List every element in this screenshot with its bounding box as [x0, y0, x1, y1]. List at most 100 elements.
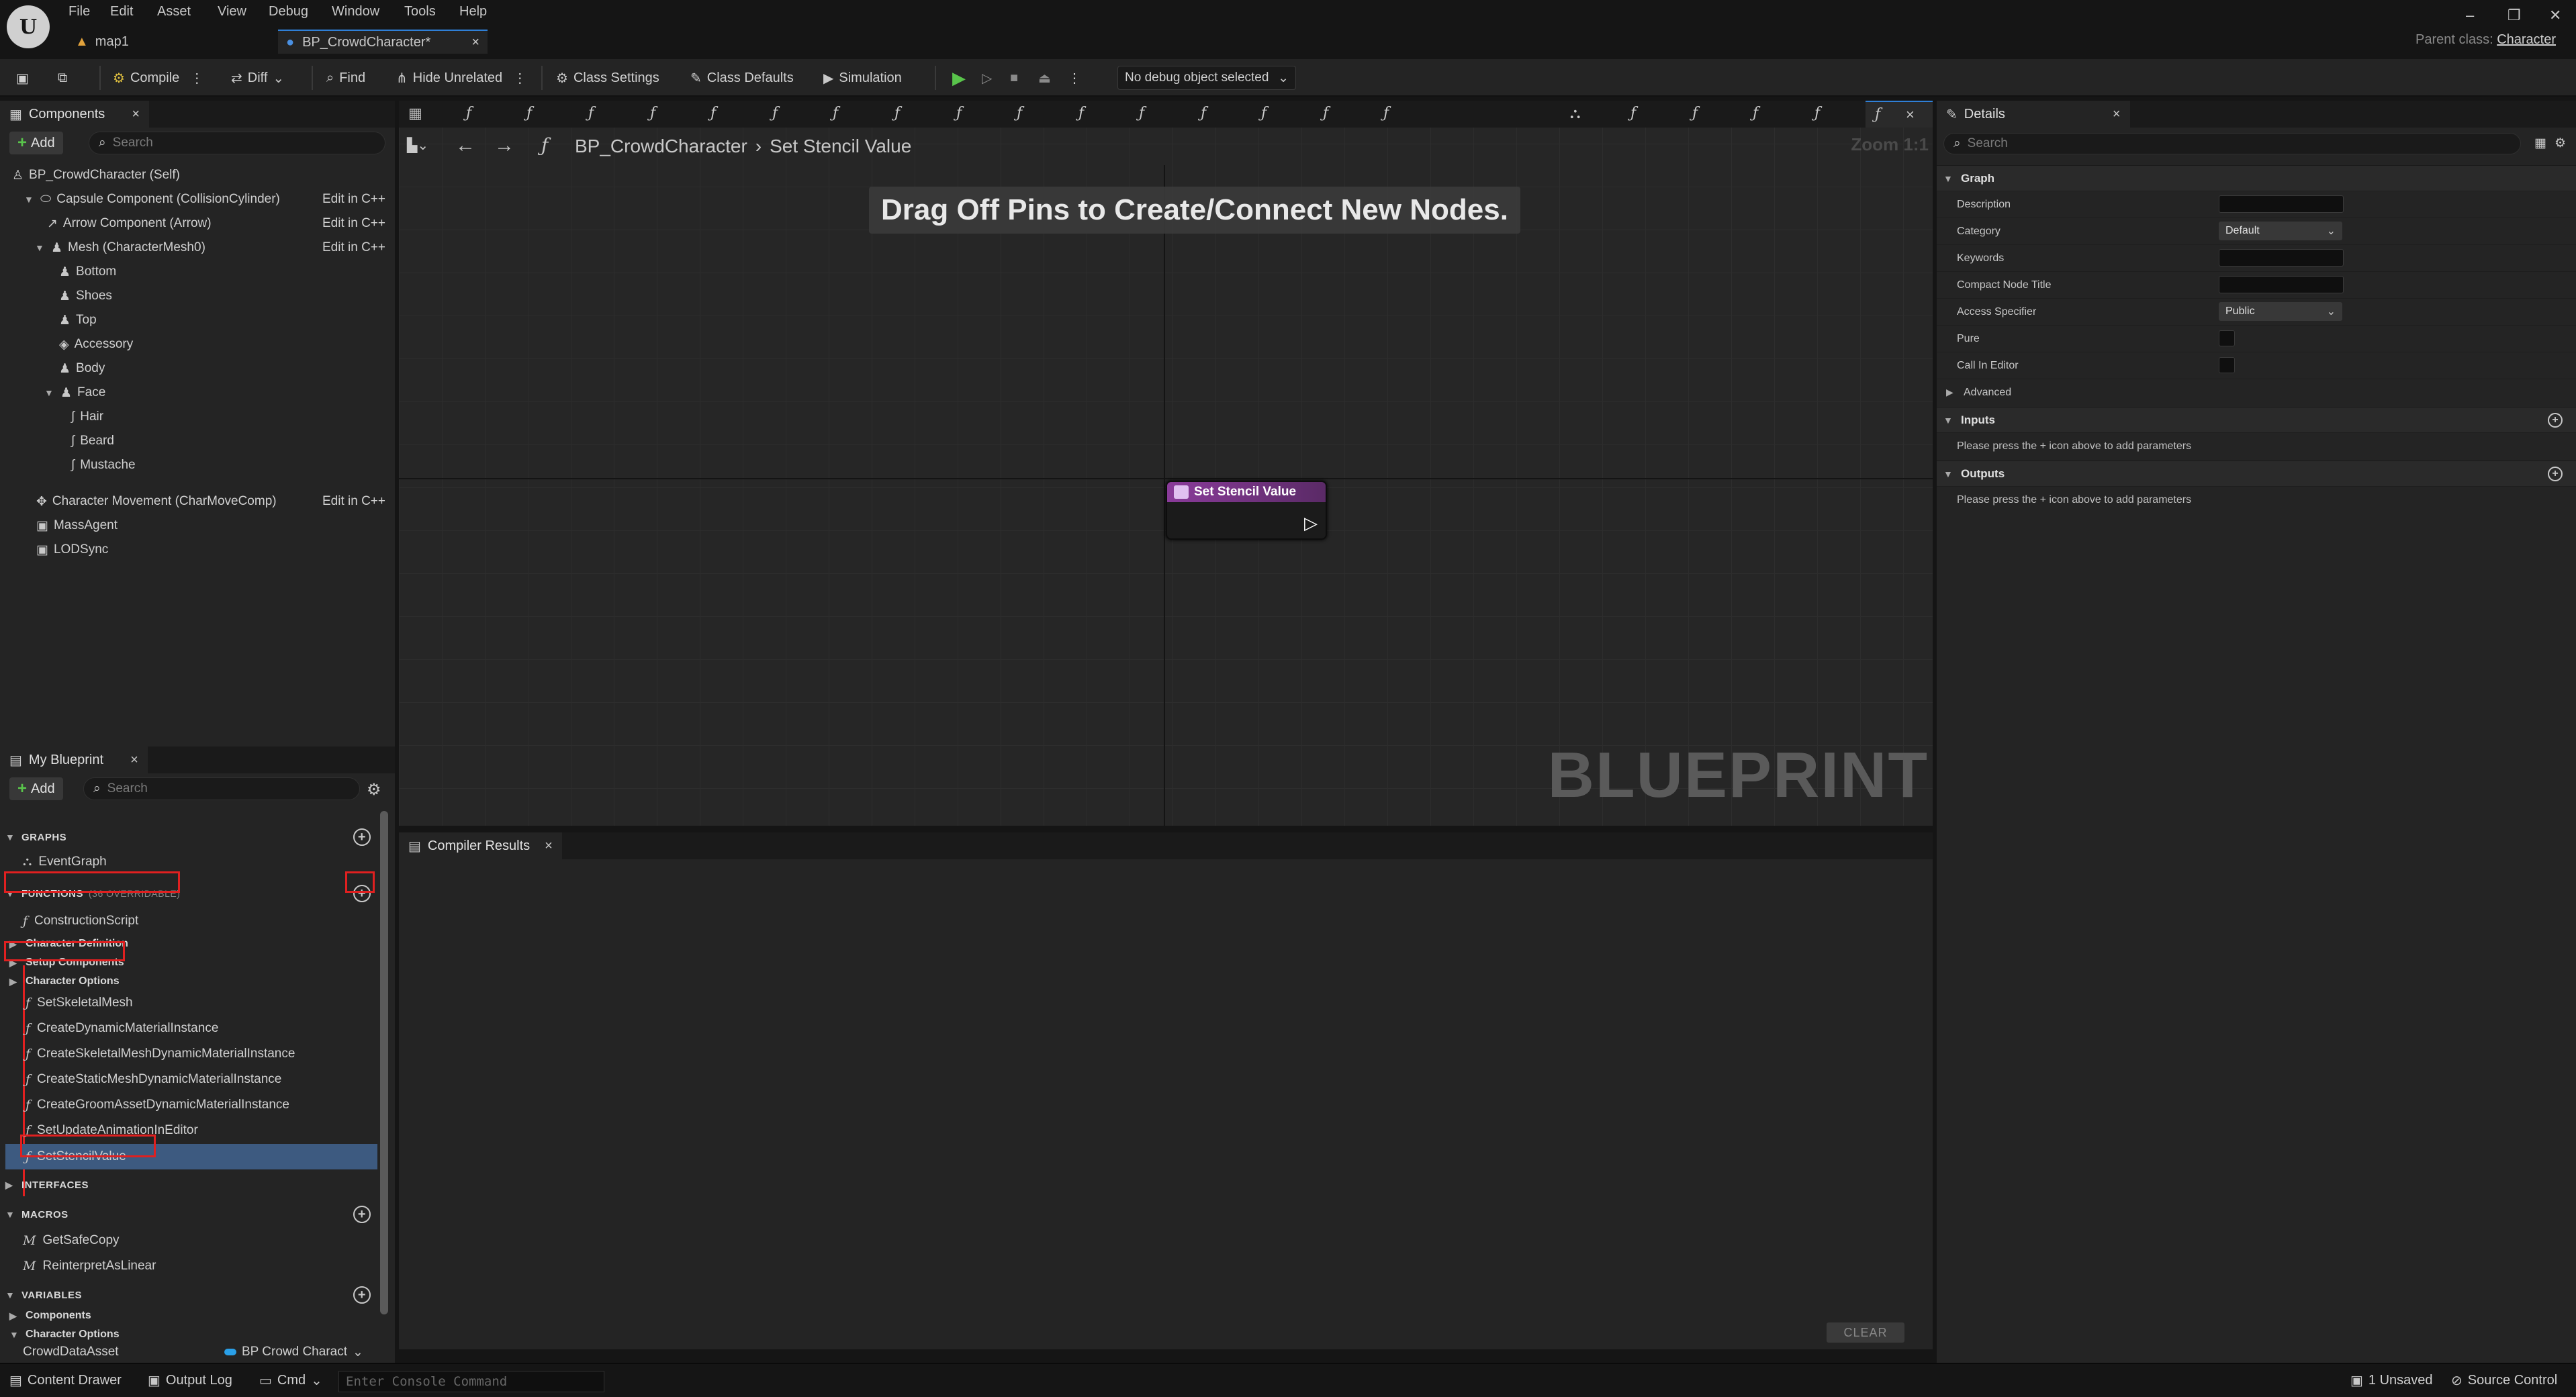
class-defaults-button[interactable]: ✎ Class Defaults: [690, 67, 794, 89]
section-graphs[interactable]: ▼ GRAPHS +: [5, 824, 377, 850]
category-character-options[interactable]: ▶ Character Options: [9, 972, 120, 991]
my-blueprint-tab[interactable]: ▤ My Blueprint ×: [0, 746, 148, 773]
function-entry-node[interactable]: Set Stencil Value ▷: [1166, 481, 1327, 540]
add-macro-icon[interactable]: +: [353, 1206, 371, 1223]
function-tab-icon[interactable]: ƒ: [833, 105, 838, 122]
parent-class-link[interactable]: Character: [2497, 32, 2556, 47]
expand-arrow-icon[interactable]: ▼: [24, 194, 35, 205]
bookmark-icon[interactable]: ▙⌄: [407, 137, 428, 154]
menu-edit[interactable]: Edit: [110, 4, 133, 19]
menu-file[interactable]: File: [68, 4, 90, 19]
function-item[interactable]: ƒ CreateDynamicMaterialInstance: [26, 1016, 218, 1041]
tree-item-arrow[interactable]: ↗ Arrow Component (Arrow) Edit in C++: [47, 212, 387, 235]
section-interfaces[interactable]: ▶ INTERFACES: [5, 1172, 377, 1198]
function-tab-icon[interactable]: ƒ: [588, 105, 594, 122]
unreal-logo-icon[interactable]: U: [7, 5, 50, 48]
class-settings-button[interactable]: ⚙ Class Settings: [556, 67, 659, 89]
active-graph-tab[interactable]: ƒ ×: [1866, 101, 1933, 128]
function-tab-icon[interactable]: ƒ: [1323, 105, 1328, 122]
minimize-icon[interactable]: –: [2466, 7, 2474, 24]
function-item[interactable]: ƒ SetSkeletalMesh: [26, 991, 133, 1015]
function-tab-icon[interactable]: ƒ: [1630, 105, 1636, 122]
add-output-icon[interactable]: +: [2548, 466, 2563, 481]
details-search[interactable]: ⌕ Search: [1943, 133, 2521, 154]
window-close-icon[interactable]: ✕: [2549, 7, 2561, 24]
function-item[interactable]: ƒ CreateStaticMeshDynamicMaterialInstanc…: [26, 1067, 281, 1092]
macro-item[interactable]: M GetSafeCopy: [23, 1229, 120, 1253]
call-in-editor-checkbox[interactable]: [2219, 357, 2235, 373]
function-tab-icon[interactable]: ƒ: [1261, 105, 1267, 122]
function-tab-icon[interactable]: ƒ: [1814, 105, 1820, 122]
tab-bp-crowdcharacter[interactable]: ● BP_CrowdCharacter* ×: [278, 30, 488, 54]
clear-button[interactable]: CLEAR: [1827, 1322, 1904, 1343]
add-input-icon[interactable]: +: [2548, 412, 2563, 428]
tree-item-massagent[interactable]: ▣ MassAgent: [36, 514, 118, 537]
source-control-button[interactable]: ⊘ Source Control: [2451, 1372, 2557, 1389]
function-tab-icon[interactable]: ƒ: [526, 105, 532, 122]
function-construction-script[interactable]: ƒ ConstructionScript: [23, 909, 138, 933]
close-icon[interactable]: ×: [132, 107, 140, 122]
debug-object-select[interactable]: No debug object selected ⌄: [1117, 66, 1296, 90]
edit-in-cpp-link[interactable]: Edit in C++: [322, 494, 385, 509]
menu-debug[interactable]: Debug: [269, 4, 308, 19]
breadcrumb-root[interactable]: BP_CrowdCharacter: [575, 136, 747, 157]
close-icon[interactable]: ×: [1906, 106, 1915, 124]
tree-item-hair[interactable]: ∫ Hair: [71, 405, 103, 428]
expand-arrow-icon[interactable]: ▼: [35, 242, 46, 253]
tree-item-accessory[interactable]: ◈ Accessory: [59, 333, 133, 356]
macro-item[interactable]: M ReinterpretAsLinear: [23, 1254, 156, 1278]
function-tab-icon[interactable]: ƒ: [1017, 105, 1022, 122]
function-tab-icon[interactable]: ƒ: [1139, 105, 1144, 122]
pure-checkbox[interactable]: [2219, 330, 2235, 346]
variable-type[interactable]: BP Crowd Charact ⌄: [224, 1345, 363, 1360]
components-search[interactable]: ⌕ Search: [89, 132, 385, 154]
category-combo[interactable]: Default ⌄: [2219, 222, 2342, 240]
details-section-outputs[interactable]: ▼ Outputs +: [1937, 461, 2576, 486]
close-icon[interactable]: ×: [130, 753, 138, 768]
details-tab[interactable]: ✎ Details ×: [1937, 101, 2130, 128]
event-graph-tab-icon[interactable]: ⛬: [1570, 105, 1580, 122]
close-icon[interactable]: ×: [2113, 107, 2121, 122]
output-log-button[interactable]: ▣ Output Log: [148, 1372, 232, 1389]
tree-item-shoes[interactable]: ♟ Shoes: [59, 285, 112, 307]
function-item[interactable]: ƒ CreateSkeletalMeshDynamicMaterialInsta…: [26, 1042, 295, 1066]
graph-item-eventgraph[interactable]: ⛬ EventGraph: [23, 850, 107, 874]
play-icon[interactable]: ▶: [952, 67, 966, 89]
edit-in-cpp-link[interactable]: Edit in C++: [322, 240, 385, 255]
content-drawer-button[interactable]: ▤ Content Drawer: [9, 1372, 122, 1389]
menu-view[interactable]: View: [218, 4, 246, 19]
tree-item-mustache[interactable]: ∫ Mustache: [71, 454, 136, 477]
description-field[interactable]: [2219, 195, 2344, 213]
eject-icon[interactable]: ⏏: [1038, 67, 1051, 89]
keywords-field[interactable]: [2219, 249, 2344, 267]
function-tab-icon[interactable]: ƒ: [1692, 105, 1698, 122]
tree-item-face[interactable]: ▼ ♟ Face: [44, 381, 105, 404]
access-specifier-combo[interactable]: Public ⌄: [2219, 302, 2342, 321]
save-icon[interactable]: ▣: [16, 67, 29, 89]
tree-item-capsule[interactable]: ▼ ⬭ Capsule Component (CollisionCylinder…: [24, 188, 387, 211]
menu-window[interactable]: Window: [332, 4, 379, 19]
hide-unrelated-button[interactable]: ⋔ Hide Unrelated ⋮: [396, 67, 526, 89]
add-variable-icon[interactable]: +: [353, 1286, 371, 1304]
tree-item-bottom[interactable]: ♟ Bottom: [59, 260, 116, 283]
simulation-button[interactable]: ▶ Simulation: [823, 67, 902, 89]
close-icon[interactable]: ×: [471, 35, 479, 50]
menu-asset[interactable]: Asset: [157, 4, 191, 19]
grid-view-icon[interactable]: ▦: [2534, 136, 2546, 151]
details-section-graph[interactable]: ▼ Graph: [1937, 165, 2576, 191]
compiler-results-tab[interactable]: ▤ Compiler Results ×: [399, 832, 562, 859]
more-icon[interactable]: ⋮: [513, 70, 526, 87]
tree-item-character-movement[interactable]: ✥ Character Movement (CharMoveComp) Edit…: [36, 490, 387, 513]
tab-map1[interactable]: ▲ map1: [67, 30, 269, 54]
unsaved-button[interactable]: ▣ 1 Unsaved: [2350, 1372, 2433, 1389]
var-category-components[interactable]: ▶ Components: [9, 1306, 91, 1325]
function-tab-icon[interactable]: ƒ: [650, 105, 655, 122]
function-tab-icon[interactable]: ƒ: [710, 105, 716, 122]
tree-item-lodsync[interactable]: ▣ LODSync: [36, 538, 108, 561]
tree-item-self[interactable]: ♙ BP_CrowdCharacter (Self): [12, 164, 180, 187]
function-item[interactable]: ƒ CreateGroomAssetDynamicMaterialInstanc…: [26, 1093, 289, 1117]
add-graph-icon[interactable]: +: [353, 828, 371, 846]
details-section-inputs[interactable]: ▼ Inputs +: [1937, 407, 2576, 432]
function-tab-icon[interactable]: ƒ: [466, 105, 471, 122]
back-arrow-icon[interactable]: ←: [455, 134, 475, 157]
